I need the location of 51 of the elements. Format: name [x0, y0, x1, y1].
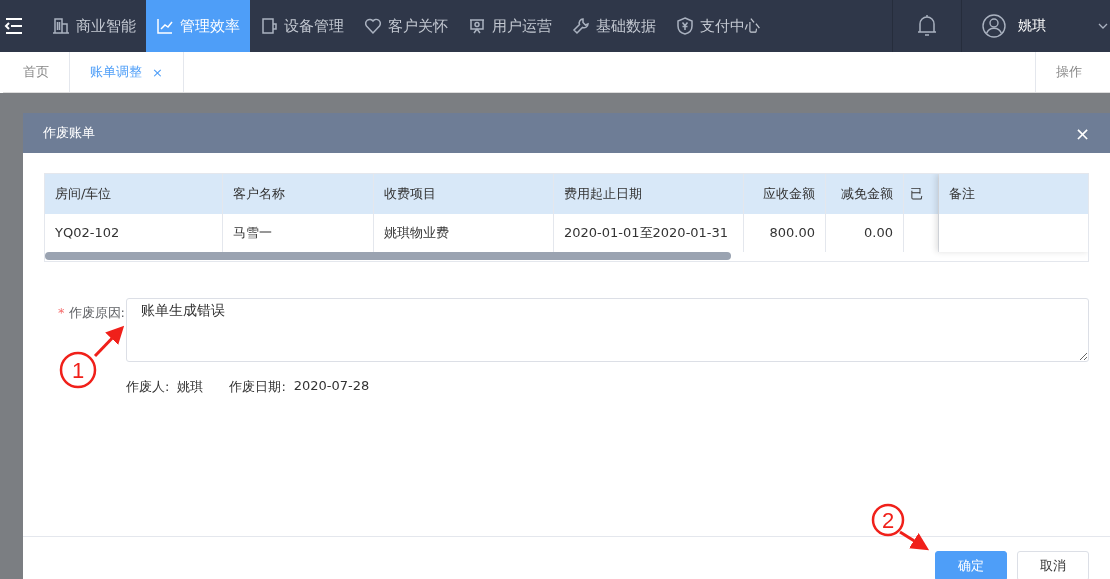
wallet-icon: [260, 17, 278, 35]
user-name[interactable]: 姚琪: [1018, 17, 1086, 35]
dialog-title: 作废账单: [43, 124, 95, 142]
nav-item[interactable]: 基础数据: [562, 0, 666, 52]
nav-item[interactable]: 设备管理: [250, 0, 354, 52]
column-header: 费用起止日期: [554, 174, 744, 214]
column-header: 备注: [939, 174, 1088, 214]
column-header: 收费项目: [374, 174, 554, 214]
table-cell: 800.00: [744, 214, 826, 252]
tab-label[interactable]: 首页: [23, 63, 49, 81]
chart-icon: [156, 17, 174, 35]
building-icon: [52, 17, 70, 35]
meta-label: 作废人:: [126, 378, 170, 396]
column-header: 应收金额: [744, 174, 826, 214]
nav-item[interactable]: 支付中心: [666, 0, 770, 52]
nav-label[interactable]: 商业智能: [76, 16, 136, 36]
meta-label: 作废日期:: [229, 378, 286, 396]
heart-icon: [364, 17, 382, 35]
bell-icon[interactable]: [916, 14, 938, 38]
column-header: 房间/车位: [45, 174, 223, 214]
numbered-marker: 1: [59, 351, 97, 389]
nav-item[interactable]: 商业智能: [42, 0, 146, 52]
table-cell: 0.00: [826, 214, 904, 252]
nav-label[interactable]: 用户运营: [492, 16, 552, 36]
required-mark: *: [57, 305, 65, 320]
meta-value: 姚琪: [177, 378, 204, 396]
nav-label[interactable]: 支付中心: [700, 16, 760, 36]
nav-item[interactable]: 用户运营: [458, 0, 562, 52]
column-header: 减免金额: [826, 174, 904, 214]
nav-label[interactable]: 基础数据: [596, 16, 656, 36]
nav-label[interactable]: 设备管理: [284, 16, 344, 36]
scrollbar-thumb[interactable]: [45, 252, 731, 260]
cancel-button[interactable]: 取消: [1017, 551, 1089, 579]
nav-label[interactable]: 客户关怀: [388, 16, 448, 36]
numbered-marker: 2: [871, 503, 905, 537]
meta-value: 2020-07-28: [293, 378, 370, 395]
shield-icon: [676, 17, 694, 35]
column-header: 客户名称: [223, 174, 374, 214]
board-icon: [468, 17, 486, 35]
close-button[interactable]: ×: [1074, 122, 1090, 144]
chevron-down-icon[interactable]: [1098, 23, 1108, 29]
menu-icon[interactable]: [4, 17, 24, 35]
nav-item[interactable]: 客户关怀: [354, 0, 458, 52]
pointer-arrow: [93, 325, 125, 358]
field-label: 作废原因:: [68, 305, 125, 320]
actions-dropdown[interactable]: 操作: [1035, 52, 1110, 92]
wrench-icon: [572, 17, 590, 35]
page-tab[interactable]: 首页: [3, 52, 70, 92]
avatar-icon[interactable]: [982, 14, 1006, 38]
reason-textarea[interactable]: 账单生成错误: [126, 298, 1089, 362]
pointer-arrow: [899, 530, 930, 551]
